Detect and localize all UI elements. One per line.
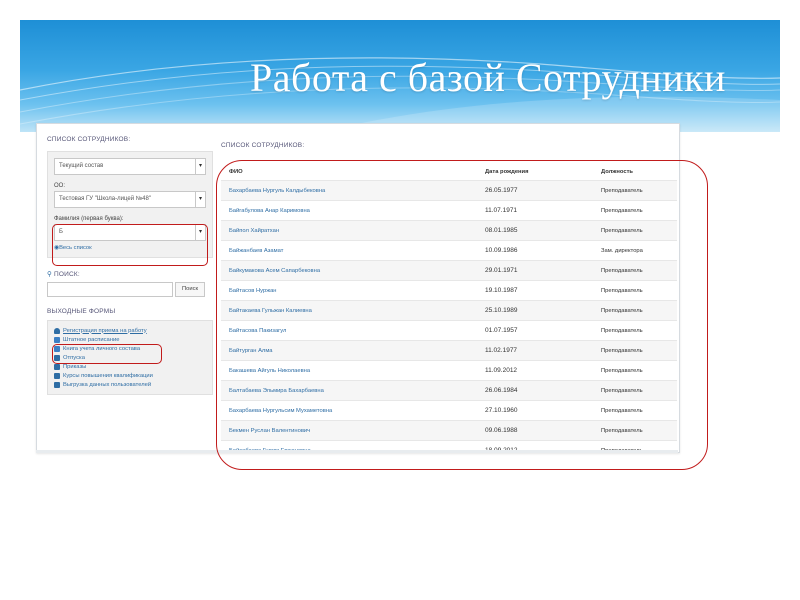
composition-select-value: Текущий состав xyxy=(59,163,104,169)
composition-select[interactable]: Текущий состав ▾ xyxy=(54,158,206,175)
search-input[interactable] xyxy=(47,282,173,297)
oo-label: ОО: xyxy=(54,183,66,189)
employee-table-highlight xyxy=(216,160,708,470)
order-icon xyxy=(54,363,60,370)
search-row: Поиск xyxy=(47,282,213,297)
employee-table-header: СПИСОК СОТРУДНИКОВ: xyxy=(221,142,305,149)
output-form-link[interactable]: Курсы повышения квалификации xyxy=(54,371,206,380)
surname-label: Фамилия (первая буква): xyxy=(54,216,124,222)
doc-icon xyxy=(54,336,60,343)
export-icon xyxy=(54,381,60,388)
employee-list-header: СПИСОК СОТРУДНИКОВ: xyxy=(47,136,131,143)
oo-select[interactable]: Тестовая ГУ "Школа-лицей №48" ▾ xyxy=(54,191,206,208)
search-button[interactable]: Поиск xyxy=(175,282,205,297)
dropdown-caret-icon: ▾ xyxy=(195,159,205,174)
registration-form-highlight xyxy=(52,344,162,364)
search-header: ⚲ ПОИСК: xyxy=(47,271,80,278)
search-icon: ⚲ xyxy=(47,271,52,278)
output-form-link[interactable]: Регистрация приема на работу xyxy=(54,326,206,335)
slide-title: Работа с базой Сотрудники xyxy=(250,55,726,100)
dropdown-caret-icon: ▾ xyxy=(195,192,205,207)
output-forms-header: ВЫХОДНЫЕ ФОРМЫ xyxy=(47,308,116,315)
output-form-link[interactable]: Выгрузка данных пользователей xyxy=(54,380,206,389)
oo-select-value: Тестовая ГУ "Школа-лицей №48" xyxy=(59,196,151,202)
user-icon xyxy=(54,327,60,334)
output-form-link[interactable]: Штатное расписание xyxy=(54,335,206,344)
courses-icon xyxy=(54,372,60,379)
surname-filter-highlight xyxy=(52,224,208,266)
